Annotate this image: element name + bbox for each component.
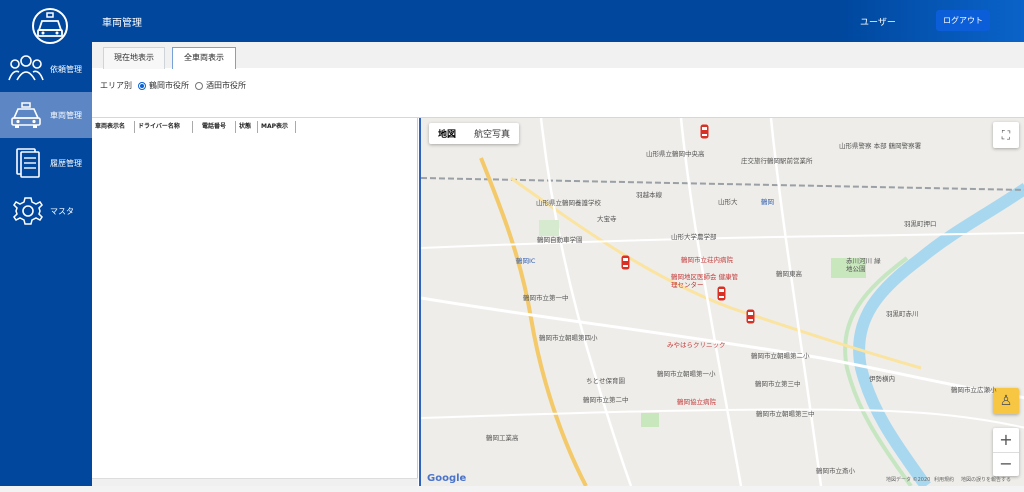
car-icon [11,102,41,128]
google-logo: Google [427,473,467,484]
map-label: 鶴岡 [761,198,774,206]
tab-current-location[interactable]: 現在地表示 [103,47,165,69]
sidebar-item-label: 履歴管理 [50,159,82,168]
area-filter: エリア別 鶴岡市役所 酒田市役所 [100,80,246,91]
sidebar-item-label: 車両管理 [50,111,82,120]
map-label: ちとせ保育園 [586,377,625,385]
tab-bar: 現在地表示 全車両表示 [92,42,1024,69]
vehicle-marker[interactable] [621,255,630,270]
map-label: みやはらクリニック [667,341,726,349]
sidebar-item-history[interactable]: 履歴管理 [0,140,92,186]
map-label: 鶴岡市立第三中 [755,380,801,388]
radio-label[interactable]: 鶴岡市役所 [149,80,189,91]
vehicle-marker[interactable] [717,286,726,301]
map-label: 鶴岡工業高 [486,434,519,442]
sidebar-item-label: マスタ [50,207,74,216]
column-header[interactable]: ドライバー名称 [135,121,193,133]
map-label: 鶴岡市立荘内病院 [681,256,733,264]
map-label: 伊勢横内 [869,375,895,383]
sidebar-item-label: 依頼管理 [50,65,82,74]
horizontal-scrollbar[interactable] [92,478,418,486]
column-header[interactable]: MAP表示 [258,121,296,133]
page-title: 車両管理 [102,18,142,29]
document-icon [16,148,40,178]
map-label: 鶴岡市立第一中 [523,294,569,302]
sidebar-item-master[interactable]: マスタ [0,188,92,234]
map-label: 鶴岡市立朝暘第四小 [539,334,598,342]
map-roads [421,118,1024,486]
sidebar: 依頼管理 車両管理 履歴管理 マスタ [0,0,92,492]
map-label: 鶴岡IC [516,257,536,265]
map-label: 赤川河川 緑地公園 [846,257,881,273]
report-error-link[interactable]: 地図の誤りを報告する [961,476,1011,483]
map[interactable]: 地図 航空写真 ⛶ ♙ + − 山形県立鶴岡中央高 山形県警察 本部 鶴岡警察署… [419,118,1024,486]
radio-tsuruoka[interactable] [138,81,146,90]
map-label: 山形県立鶴岡養護学校 [536,199,601,207]
column-header[interactable]: 状態 [236,121,258,133]
area-filter-label: エリア別 [100,81,132,90]
map-type-satellite[interactable]: 航空写真 [465,123,519,144]
taxi-logo-icon [32,8,68,44]
vehicle-table: 車両表示名 ドライバー名称 電話番号 状態 MAP表示 [92,118,418,486]
map-label: 大宝寺 [597,215,617,223]
sidebar-item-vehicles[interactable]: 車両管理 [0,92,92,138]
bottom-scrollbar[interactable] [0,486,1024,492]
terms-link[interactable]: 利用規約 [934,476,954,483]
fullscreen-icon[interactable]: ⛶ [993,122,1019,148]
vehicle-marker[interactable] [746,309,755,324]
map-label: 鶴岡地区医師会 健康管理センター [671,273,739,289]
logout-button[interactable]: ログアウト [936,10,990,31]
table-header: 車両表示名 ドライバー名称 電話番号 状態 MAP表示 [92,121,296,133]
column-header[interactable]: 車両表示名 [92,121,135,133]
map-label: 鶴岡市立朝暘第二小 [751,352,810,360]
map-type-control: 地図 航空写真 [429,123,520,144]
map-label: 山形大学農学部 [671,233,717,241]
map-label: 庄交旅行鶴岡駅前営業所 [741,157,813,165]
zoom-in-button[interactable]: + [993,428,1019,452]
map-type-map[interactable]: 地図 [429,123,465,144]
map-label: 鶴岡市立第二中 [583,396,629,404]
map-label: 鶴岡市立斎小 [816,467,855,475]
map-label: 鶴岡市立広瀬小 [951,386,997,394]
map-label: 羽黒町押口 [904,220,937,228]
map-label: 羽黒町赤川 [886,310,919,318]
map-label: 山形大 [718,198,738,206]
radio-sakata[interactable] [195,81,203,90]
map-label: 山形県立鶴岡中央高 [646,150,705,158]
map-label: 山形県警察 本部 鶴岡警察署 [839,142,922,150]
map-label: 鶴岡市立朝暘第一小 [657,370,716,378]
map-label: 鶴岡市立朝暘第三中 [756,410,815,418]
users-icon [8,55,44,81]
tab-all-vehicles[interactable]: 全車両表示 [172,47,236,69]
map-attribution: 地図データ ©2020 [886,477,931,483]
map-label: 鶴岡自動車学園 [537,236,583,244]
sidebar-item-requests[interactable]: 依頼管理 [0,46,92,92]
gear-icon [13,197,43,225]
vehicle-marker[interactable] [700,124,709,139]
zoom-out-button[interactable]: − [993,452,1019,476]
map-label: 鶴岡協立病院 [677,398,716,406]
map-label: 鶴岡東高 [776,270,802,278]
header: 車両管理 ユーザー ログアウト [92,0,1024,42]
user-name[interactable]: ユーザー [860,15,896,28]
zoom-control: + − [993,428,1019,476]
column-header[interactable]: 電話番号 [193,121,236,133]
radio-label[interactable]: 酒田市役所 [206,80,246,91]
map-label: 羽越本線 [636,191,662,199]
